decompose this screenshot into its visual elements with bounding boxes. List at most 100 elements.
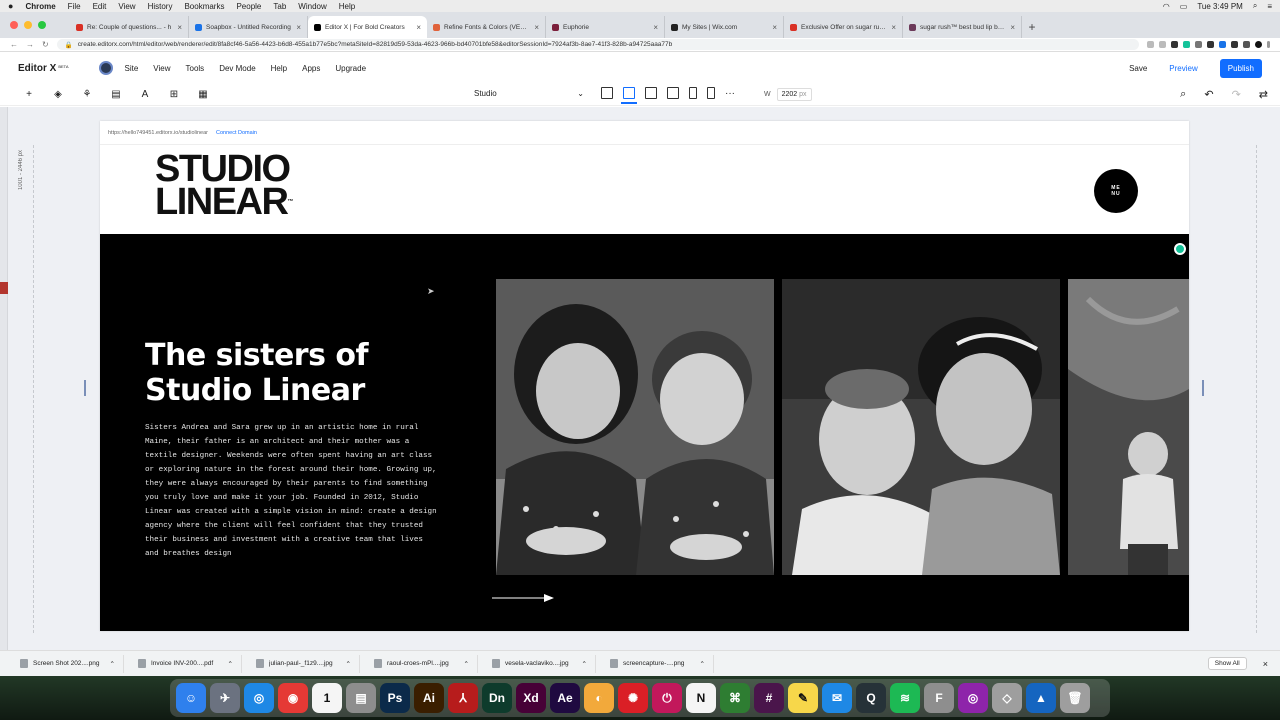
text-styles-icon[interactable]: A — [138, 88, 152, 102]
close-downloads-icon[interactable]: × — [1263, 659, 1268, 669]
close-tab-icon[interactable]: × — [891, 23, 896, 32]
browser-tab[interactable]: Re: Couple of questions... - h × — [70, 16, 189, 38]
slider-arrow-icon[interactable] — [492, 593, 556, 603]
chevron-up-icon[interactable]: ⌃ — [346, 660, 351, 668]
xcode-icon[interactable]: ▲ — [1026, 683, 1056, 713]
font-icon[interactable]: F — [924, 683, 954, 713]
illustrator-icon[interactable]: Ai — [414, 683, 444, 713]
back-icon[interactable]: ← — [10, 40, 18, 49]
finder-icon[interactable]: ☺ — [176, 683, 206, 713]
more-menu-icon[interactable] — [1267, 41, 1270, 48]
download-item[interactable]: raoul-croes-mPl....jpg ⌃ — [366, 654, 478, 673]
zoom-icon[interactable]: ⌕ — [1180, 88, 1186, 101]
podcasts-icon[interactable]: ◎ — [958, 683, 988, 713]
terminal-icon[interactable]: ⌘ — [720, 683, 750, 713]
zoom-window-button[interactable] — [38, 21, 46, 29]
extensions-puzzle-icon[interactable] — [1243, 41, 1250, 48]
pages-icon[interactable]: ▤ — [109, 88, 123, 102]
grammarly-icon[interactable] — [1174, 243, 1186, 255]
menubar-edit[interactable]: Edit — [93, 2, 107, 11]
chrome-icon[interactable]: ◉ — [278, 683, 308, 713]
menu-tools[interactable]: Tools — [186, 64, 205, 73]
desktop-icon[interactable] — [621, 87, 637, 104]
reload-icon[interactable]: ↻ — [42, 40, 49, 49]
menubar-clock[interactable]: Tue 3:49 PM — [1197, 2, 1243, 11]
extension-icon[interactable] — [1231, 41, 1238, 48]
breakpoint-select[interactable]: Studio ⌄ — [474, 89, 584, 98]
dimension-icon[interactable]: Dn — [482, 683, 512, 713]
download-item[interactable]: vesela-vaclaviko....jpg ⌃ — [484, 654, 596, 673]
minimize-window-button[interactable] — [24, 21, 32, 29]
mobile-icon[interactable] — [707, 87, 715, 99]
desktop-large-icon[interactable] — [601, 87, 613, 99]
extension-icon[interactable] — [1207, 41, 1214, 48]
menubar-view[interactable]: View — [118, 2, 135, 11]
zoom-icon[interactable] — [1147, 41, 1154, 48]
site-page[interactable]: https://hello749451.editorx.io/studiolin… — [100, 121, 1189, 631]
resize-handle-left[interactable] — [84, 380, 86, 396]
ruler-marker[interactable] — [0, 282, 8, 294]
chevron-up-icon[interactable]: ⌃ — [582, 660, 587, 668]
menu-dev-mode[interactable]: Dev Mode — [219, 64, 255, 73]
section-heading[interactable]: The sisters of Studio Linear — [145, 338, 475, 408]
extension-icon[interactable] — [1183, 41, 1190, 48]
notes-icon[interactable]: ✎ — [788, 683, 818, 713]
connect-domain-link[interactable]: Connect Domain — [216, 130, 257, 136]
browser-tab-active[interactable]: Editor X | For Bold Creators × — [308, 16, 427, 38]
trash-icon[interactable]: 🗑 — [1060, 683, 1090, 713]
creative-cloud-icon[interactable]: ✺ — [618, 683, 648, 713]
site-header[interactable]: STUDIO LINEAR™ ME NU — [100, 145, 1189, 234]
menu-list-icon[interactable]: ≡ — [1267, 2, 1272, 11]
download-item[interactable]: screencapture-....png ⌃ — [602, 654, 714, 673]
archive-icon[interactable]: ▤ — [346, 683, 376, 713]
width-input[interactable]: 2202 px — [776, 88, 812, 101]
close-tab-icon[interactable]: × — [772, 23, 777, 32]
download-item[interactable]: julian-paul-_f1z9....jpg ⌃ — [248, 654, 360, 673]
chevron-up-icon[interactable]: ⌃ — [228, 660, 233, 668]
browser-tab[interactable]: Refine Fonts & Colors (VERY IM × — [427, 16, 546, 38]
settings-sliders-icon[interactable]: ⇄ — [1259, 88, 1268, 101]
chevron-up-icon[interactable]: ⌃ — [464, 660, 469, 668]
battery-icon[interactable]: ▭ — [1180, 2, 1188, 11]
xd-icon[interactable]: Xd — [516, 683, 546, 713]
download-item[interactable]: Screen Shot 202....png ⌃ — [12, 654, 124, 673]
bookmark-star-icon[interactable] — [1159, 41, 1166, 48]
table-icon[interactable]: ▦ — [196, 88, 210, 102]
url-field[interactable]: 🔒 create.editorx.com/html/editor/web/rend… — [56, 39, 1139, 50]
extension-icon[interactable] — [1171, 41, 1178, 48]
menu-site[interactable]: Site — [125, 64, 139, 73]
quicktime-icon[interactable]: Q — [856, 683, 886, 713]
spotify-icon[interactable]: ≋ — [890, 683, 920, 713]
undo-icon[interactable]: ↶ — [1204, 88, 1213, 101]
messenger-icon[interactable]: ✉ — [822, 683, 852, 713]
menubar-tab[interactable]: Tab — [273, 2, 286, 11]
two-sisters-photo[interactable] — [496, 279, 774, 575]
extension-icon[interactable] — [1195, 41, 1202, 48]
apps-grid-icon[interactable]: ⊞ — [167, 88, 181, 102]
menu-apps[interactable]: Apps — [302, 64, 320, 73]
menubar-bookmarks[interactable]: Bookmarks — [184, 2, 224, 11]
extension-icon[interactable] — [1219, 41, 1226, 48]
chevron-up-icon[interactable]: ⌃ — [110, 660, 115, 668]
resize-handle-right[interactable] — [1202, 380, 1204, 396]
browser-tab[interactable]: Euphorie × — [546, 16, 665, 38]
site-menu-button[interactable]: ME NU — [1094, 169, 1138, 213]
new-tab-button[interactable]: + — [1022, 16, 1042, 38]
browser-tab[interactable]: Soapbox - Untitled Recording × — [189, 16, 308, 38]
menubar-window[interactable]: Window — [298, 2, 326, 11]
roblox-icon[interactable]: ◇ — [992, 683, 1022, 713]
download-item[interactable]: Invoice INV-200....pdf ⌃ — [130, 654, 242, 673]
menubar-file[interactable]: File — [68, 2, 81, 11]
forward-icon[interactable]: → — [26, 40, 34, 49]
tablet-icon[interactable] — [689, 87, 697, 99]
close-tab-icon[interactable]: × — [416, 23, 421, 32]
menu-upgrade[interactable]: Upgrade — [335, 64, 366, 73]
close-tab-icon[interactable]: × — [177, 23, 182, 32]
editor-logo[interactable]: Editor X BETA — [18, 63, 69, 74]
site-logo[interactable]: STUDIO LINEAR™ — [155, 150, 293, 221]
laptop-small-icon[interactable] — [667, 87, 679, 99]
preview-button[interactable]: Preview — [1169, 64, 1197, 73]
menubar-help[interactable]: Help — [339, 2, 355, 11]
more-breakpoints-icon[interactable]: ··· — [725, 88, 735, 99]
launchpad-icon[interactable]: ✈ — [210, 683, 240, 713]
